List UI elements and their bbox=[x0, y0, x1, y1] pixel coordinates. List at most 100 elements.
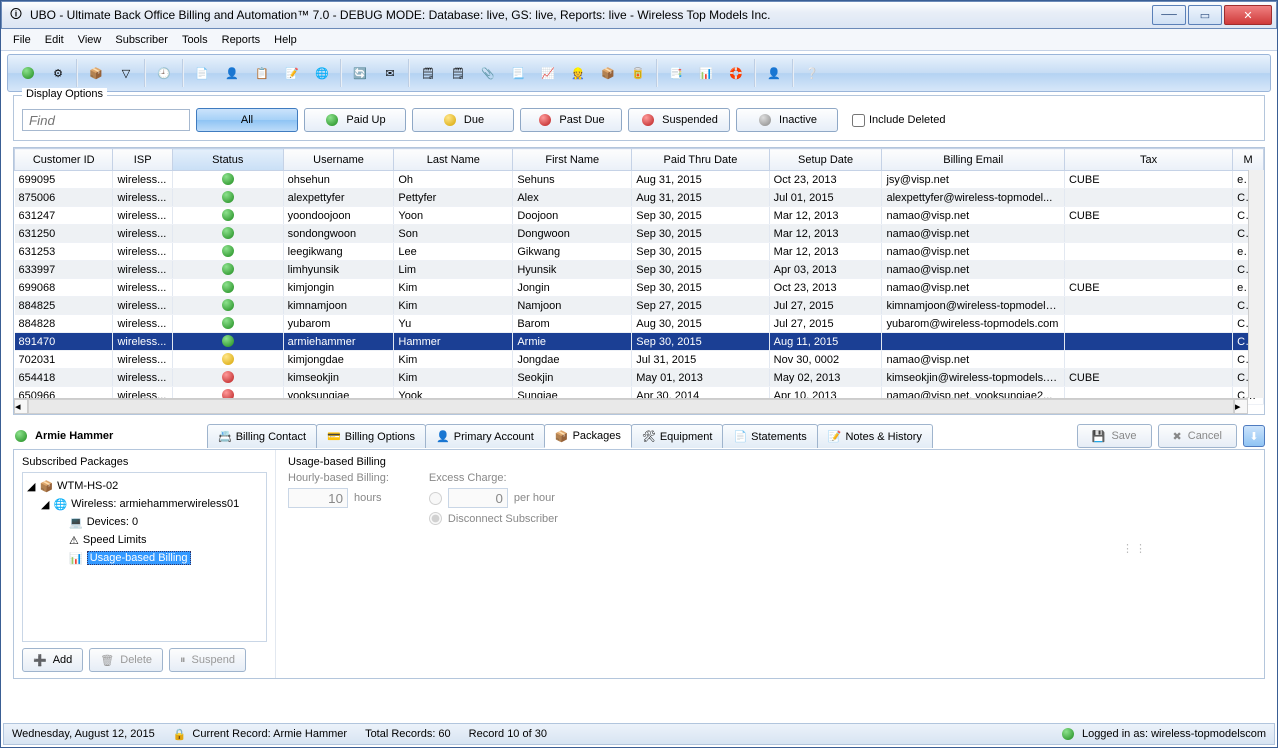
note-add-icon[interactable]: 🗒 bbox=[414, 59, 442, 87]
excess-input[interactable] bbox=[448, 488, 508, 508]
excess-charge-radio[interactable]: per hour bbox=[429, 488, 558, 508]
col-email[interactable]: Billing Email bbox=[882, 149, 1065, 171]
filter-paidup-button[interactable]: Paid Up bbox=[304, 108, 406, 132]
table-row[interactable]: 884825wireless...kimnamjoonKimNamjoonSep… bbox=[15, 297, 1264, 315]
tab-packages[interactable]: 📦 Packages bbox=[544, 424, 632, 448]
tab-notes[interactable]: 📝 Notes & History bbox=[817, 424, 933, 448]
status-icon bbox=[220, 189, 236, 205]
menu-subscriber[interactable]: Subscriber bbox=[109, 32, 174, 48]
tree-devices[interactable]: Devices: 0 bbox=[87, 516, 138, 528]
spam-icon[interactable]: 🥫 bbox=[624, 59, 652, 87]
table-row[interactable]: 633997wireless...limhyunsikLimHyunsikSep… bbox=[15, 261, 1264, 279]
filter-all-button[interactable]: All bbox=[196, 108, 298, 132]
table-row[interactable]: 702031wireless...kimjongdaeKimJongdaeJul… bbox=[15, 351, 1264, 369]
col-status[interactable]: Status bbox=[172, 149, 283, 171]
form-icon[interactable]: 📋 bbox=[248, 59, 276, 87]
refresh-icon[interactable]: 🔄 bbox=[346, 59, 374, 87]
tree-root[interactable]: WTM-HS-02 bbox=[57, 480, 118, 492]
menu-reports[interactable]: Reports bbox=[216, 32, 267, 48]
grid-hscroll[interactable]: ◂▸ bbox=[14, 398, 1248, 414]
table-row[interactable]: 654418wireless...kimseokjinKimSeokjinMay… bbox=[15, 369, 1264, 387]
tab-billing-contact[interactable]: 📇 Billing Contact bbox=[207, 424, 317, 448]
resize-grip-icon[interactable]: ⋮⋮ bbox=[1122, 542, 1148, 555]
add-subscriber-icon[interactable] bbox=[14, 59, 42, 87]
disconnect-radio[interactable]: Disconnect Subscriber bbox=[429, 512, 558, 525]
report-icon[interactable]: 📑 bbox=[662, 59, 690, 87]
table-row[interactable]: 884828wireless...yubaromYuBaromAug 30, 2… bbox=[15, 315, 1264, 333]
tree-speed[interactable]: Speed Limits bbox=[83, 534, 147, 546]
expand-down-button[interactable]: ⬇ bbox=[1243, 425, 1265, 447]
user-remove-icon[interactable]: 👤 bbox=[760, 59, 788, 87]
delete-package-button[interactable]: 🗑 Delete bbox=[89, 648, 163, 672]
settings-icon[interactable]: ⚙ bbox=[44, 59, 72, 87]
filter-suspended-button[interactable]: Suspended bbox=[628, 108, 730, 132]
tab-equipment[interactable]: 🛠 Equipment bbox=[631, 424, 724, 448]
stats-icon[interactable]: 📊 bbox=[692, 59, 720, 87]
tab-statements[interactable]: 📄 Statements bbox=[722, 424, 817, 448]
grid-vscroll[interactable] bbox=[1248, 170, 1264, 398]
subscribers-grid[interactable]: Customer ID ISP Status Username Last Nam… bbox=[13, 147, 1265, 415]
display-options-legend: Display Options bbox=[22, 88, 107, 100]
cancel-button[interactable]: ✖ Cancel bbox=[1158, 424, 1237, 448]
user-icon[interactable]: 👤 bbox=[218, 59, 246, 87]
find-input[interactable] bbox=[22, 109, 190, 131]
window-title: UBO - Ultimate Back Office Billing and A… bbox=[30, 8, 771, 22]
document-icon[interactable]: 📄 bbox=[188, 59, 216, 87]
tree-wireless[interactable]: Wireless: armiehammerwireless01 bbox=[71, 498, 239, 510]
filter-pastdue-button[interactable]: Past Due bbox=[520, 108, 622, 132]
notes-icon[interactable]: 📝 bbox=[278, 59, 306, 87]
status-icon bbox=[220, 225, 236, 241]
hours-input[interactable] bbox=[288, 488, 348, 508]
box-icon[interactable]: 📦 bbox=[594, 59, 622, 87]
maximize-button[interactable]: ▭ bbox=[1188, 5, 1222, 25]
packages-icon[interactable]: 📦 bbox=[82, 59, 110, 87]
table-row[interactable]: 631247wireless...yoondoojoonYoonDoojoonS… bbox=[15, 207, 1264, 225]
col-username[interactable]: Username bbox=[283, 149, 394, 171]
close-button[interactable]: ✕ bbox=[1224, 5, 1272, 25]
doc2-icon[interactable]: 📃 bbox=[504, 59, 532, 87]
save-button[interactable]: 💾 Save bbox=[1077, 424, 1152, 448]
add-package-button[interactable]: ➕ Add bbox=[22, 648, 83, 672]
col-tax[interactable]: Tax bbox=[1064, 149, 1232, 171]
tree-usage[interactable]: Usage-based Billing bbox=[87, 551, 191, 565]
chart-icon[interactable]: 📈 bbox=[534, 59, 562, 87]
col-m[interactable]: M bbox=[1233, 149, 1264, 171]
status-record: Record 10 of 30 bbox=[469, 728, 547, 740]
note-edit-icon[interactable]: 🗒 bbox=[444, 59, 472, 87]
table-row[interactable]: 631250wireless...sondongwoonSonDongwoonS… bbox=[15, 225, 1264, 243]
menu-edit[interactable]: Edit bbox=[39, 32, 70, 48]
support-icon[interactable]: 👷 bbox=[564, 59, 592, 87]
col-firstname[interactable]: First Name bbox=[513, 149, 632, 171]
filter-inactive-button[interactable]: Inactive bbox=[736, 108, 838, 132]
filter-due-button[interactable]: Due bbox=[412, 108, 514, 132]
minimize-button[interactable]: ── bbox=[1152, 5, 1186, 25]
suspend-package-button[interactable]: ⏸ Suspend bbox=[169, 648, 246, 672]
help-icon[interactable]: ❔ bbox=[798, 59, 826, 87]
history-icon[interactable]: 🕘 bbox=[150, 59, 178, 87]
col-paidthru[interactable]: Paid Thru Date bbox=[632, 149, 769, 171]
table-row[interactable]: 875006wireless...alexpettyferPettyferAle… bbox=[15, 189, 1264, 207]
table-row[interactable]: 891470wireless...armiehammerHammerArmieS… bbox=[15, 333, 1264, 351]
table-row[interactable]: 631253wireless...leegikwangLeeGikwangSep… bbox=[15, 243, 1264, 261]
menu-file[interactable]: File bbox=[7, 32, 37, 48]
col-lastname[interactable]: Last Name bbox=[394, 149, 513, 171]
attach-icon[interactable]: 📎 bbox=[474, 59, 502, 87]
menu-tools[interactable]: Tools bbox=[176, 32, 214, 48]
tab-primary-account[interactable]: 👤 Primary Account bbox=[425, 424, 545, 448]
excess-unit: per hour bbox=[514, 492, 555, 504]
table-row[interactable]: 699068wireless...kimjonginKimJonginSep 3… bbox=[15, 279, 1264, 297]
menu-help[interactable]: Help bbox=[268, 32, 303, 48]
col-setup[interactable]: Setup Date bbox=[769, 149, 882, 171]
due-icon bbox=[442, 112, 458, 128]
web-icon[interactable]: 🌐 bbox=[308, 59, 336, 87]
menu-view[interactable]: View bbox=[72, 32, 108, 48]
include-deleted-checkbox[interactable]: Include Deleted bbox=[852, 114, 945, 127]
lifebuoy-icon[interactable]: 🛟 bbox=[722, 59, 750, 87]
packages-tree[interactable]: ◢ 📦 WTM-HS-02 ◢ 🌐 Wireless: armiehammerw… bbox=[22, 472, 267, 642]
tab-billing-options[interactable]: 💳 Billing Options bbox=[316, 424, 426, 448]
mail-icon[interactable]: ✉ bbox=[376, 59, 404, 87]
filter-icon[interactable]: ▽ bbox=[112, 59, 140, 87]
col-customer-id[interactable]: Customer ID bbox=[15, 149, 113, 171]
col-isp[interactable]: ISP bbox=[113, 149, 172, 171]
table-row[interactable]: 699095wireless...ohsehunOhSehunsAug 31, … bbox=[15, 171, 1264, 189]
